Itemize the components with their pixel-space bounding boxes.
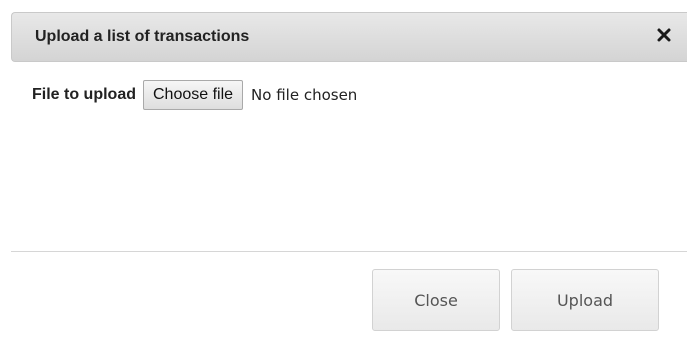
- file-to-upload-label: File to upload: [32, 86, 136, 103]
- close-button[interactable]: Close: [372, 269, 500, 331]
- dialog-title-bar: Upload a list of transactions: [11, 12, 687, 62]
- close-x-icon[interactable]: [655, 26, 673, 44]
- footer-divider: [11, 251, 687, 252]
- upload-button[interactable]: Upload: [511, 269, 659, 331]
- file-upload-row: File to upload Choose file No file chose…: [32, 80, 357, 110]
- upload-dialog: Upload a list of transactions File to up…: [11, 12, 687, 342]
- choose-file-button[interactable]: Choose file: [143, 80, 244, 110]
- dialog-title: Upload a list of transactions: [35, 28, 250, 45]
- file-status-text: No file chosen: [251, 86, 358, 104]
